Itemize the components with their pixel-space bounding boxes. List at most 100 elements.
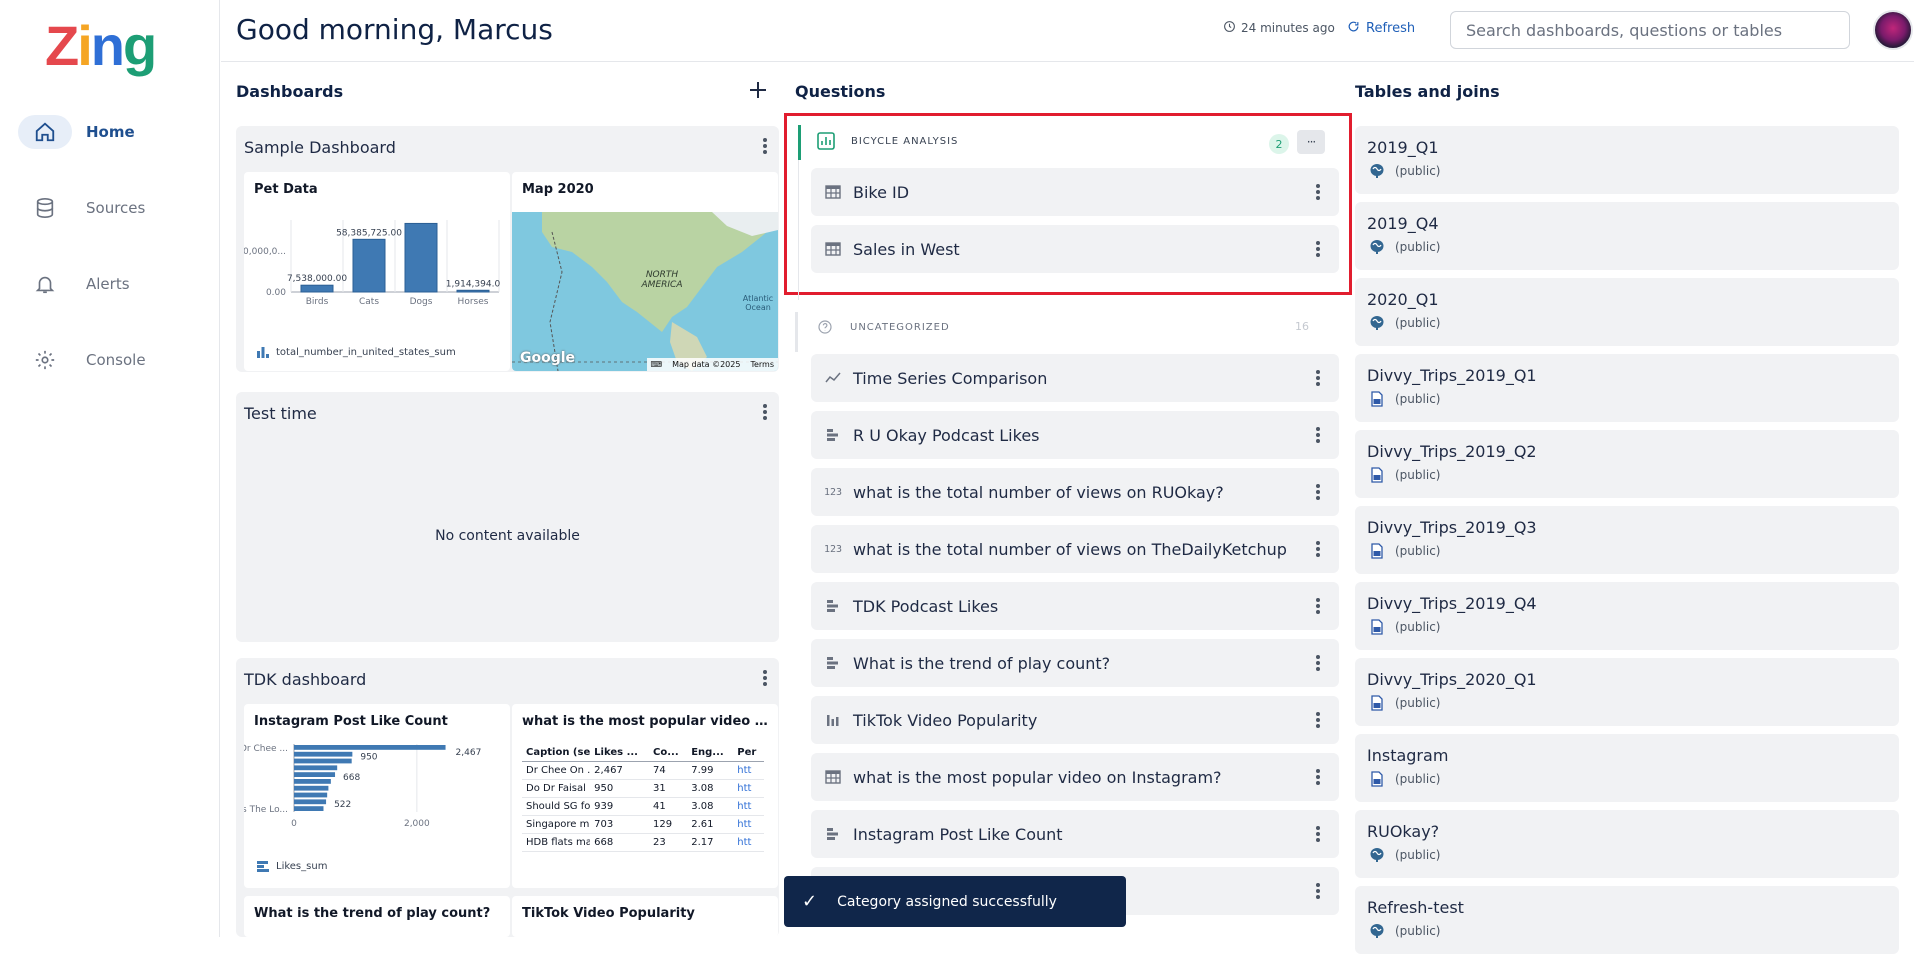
table-cell[interactable]: htt <box>733 833 764 852</box>
dashboard-tile[interactable]: what is the most popular video on I... C… <box>512 704 778 888</box>
more-options-icon[interactable] <box>758 668 772 688</box>
bar[interactable] <box>294 765 338 771</box>
dashboard-tile[interactable]: Pet Data 50,000,0... 0.00 Birds 7,538,000.0… <box>244 172 510 371</box>
question-label: Instagram Post Like Count <box>853 824 1063 844</box>
nav-sources[interactable]: Sources <box>18 188 208 228</box>
more-options-icon[interactable] <box>1311 368 1325 388</box>
question-row[interactable]: what is the most popular video on Instag… <box>811 753 1339 801</box>
more-options-icon[interactable] <box>1311 182 1325 202</box>
more-options-icon[interactable] <box>1311 239 1325 259</box>
dashboard-title: Test time <box>244 404 317 423</box>
x-tick-label: Cats <box>359 297 379 307</box>
avatar[interactable] <box>1873 10 1913 50</box>
table-row[interactable]: RUOkay? (public) <box>1355 810 1899 878</box>
table-cell[interactable]: htt <box>733 815 764 834</box>
group-header[interactable]: BICYCLE ANALYSIS <box>817 132 958 150</box>
table-row[interactable]: 2019_Q1 (public) <box>1355 126 1899 194</box>
table-cell: 129 <box>649 815 688 834</box>
table-row[interactable]: Divvy_Trips_2020_Q1 (public) <box>1355 658 1899 726</box>
bar[interactable] <box>294 745 446 750</box>
search-input[interactable] <box>1450 11 1850 49</box>
table-row[interactable]: Divvy_Trips_2019_Q4 (public) <box>1355 582 1899 650</box>
tile-title: Pet Data <box>254 182 318 197</box>
more-options-icon[interactable] <box>1311 767 1325 787</box>
table-schema: (public) <box>1395 924 1441 938</box>
more-options-icon[interactable] <box>1311 824 1325 844</box>
table-row[interactable]: Divvy_Trips_2019_Q3 (public) <box>1355 506 1899 574</box>
table-header-cell[interactable]: Per <box>733 744 764 762</box>
bar[interactable] <box>294 806 324 811</box>
add-dashboard-button[interactable] <box>748 80 770 102</box>
bar[interactable] <box>294 779 331 784</box>
gear-icon <box>18 343 72 377</box>
table-row[interactable]: 2019_Q4 (public) <box>1355 202 1899 270</box>
y-tick-label: Is The Lo... <box>244 805 288 815</box>
question-row[interactable]: 123 what is the total number of views on … <box>811 468 1339 516</box>
more-options-icon[interactable] <box>1311 710 1325 730</box>
group-accent-bar <box>798 125 801 160</box>
table-schema: (public) <box>1395 316 1441 330</box>
data-label: 2,467 <box>456 748 482 758</box>
question-row[interactable]: Bike ID <box>811 168 1339 216</box>
map-terms-link[interactable]: Terms <box>750 360 774 369</box>
nav-console[interactable]: Console <box>18 340 208 380</box>
table-cell[interactable]: htt <box>733 761 764 780</box>
group-header[interactable]: UNCATEGORIZED <box>818 320 950 334</box>
bar[interactable] <box>294 751 353 757</box>
table-row[interactable]: Divvy_Trips_2019_Q2 (public) <box>1355 430 1899 498</box>
tile-title: what is the most popular video on I... <box>522 714 770 729</box>
bar[interactable] <box>300 284 334 293</box>
question-row[interactable]: R U Okay Podcast Likes <box>811 411 1339 459</box>
nav-home[interactable]: Home <box>18 112 208 152</box>
bar[interactable] <box>294 792 328 798</box>
table-row[interactable]: Instagram (public) <box>1355 734 1899 802</box>
group-options-button[interactable]: ··· <box>1297 130 1325 154</box>
chart-group-icon <box>817 132 835 150</box>
nav-alerts[interactable]: Alerts <box>18 264 208 304</box>
dashboard-tile[interactable]: What is the trend of play count? <box>244 896 510 937</box>
question-row[interactable]: 123 what is the total number of views on … <box>811 525 1339 573</box>
question-row[interactable]: Sales in West <box>811 225 1339 273</box>
table-header-cell[interactable]: Co... <box>649 744 688 762</box>
question-row[interactable]: TDK Podcast Likes <box>811 582 1339 630</box>
keyboard-icon[interactable]: ⌨ <box>651 360 663 369</box>
question-row[interactable]: Time Series Comparison <box>811 354 1339 402</box>
more-options-icon[interactable] <box>1311 539 1325 559</box>
more-options-icon[interactable] <box>1311 653 1325 673</box>
more-options-icon[interactable] <box>758 136 772 156</box>
dashboard-card[interactable]: TDK dashboard Instagram Post Like Count … <box>236 658 779 937</box>
question-row[interactable]: Instagram Post Like Count <box>811 810 1339 858</box>
more-options-icon[interactable] <box>1311 596 1325 616</box>
refresh-button[interactable]: Refresh <box>1347 20 1415 37</box>
bar[interactable] <box>294 799 327 805</box>
instagram-likes-chart: 2,467 Dr Chee ... 950668 522 Is The Lo...0 2,… <box>244 744 482 829</box>
dashboard-tile[interactable]: Map 2020 NORTH AMERICA Atlantic Ocean Go… <box>512 172 778 371</box>
bar[interactable] <box>404 222 438 293</box>
table-cell[interactable]: htt <box>733 779 764 798</box>
zing-logo[interactable]: Zing <box>45 18 157 74</box>
bar[interactable] <box>352 238 386 293</box>
table-row[interactable]: Refresh-test (public) <box>1355 886 1899 954</box>
dashboard-card[interactable]: Sample Dashboard Pet Data 50,000,0... 0.0… <box>236 126 779 372</box>
dashboard-card[interactable]: Test time No content available <box>236 392 779 642</box>
table-header-cell[interactable]: Eng... <box>687 744 734 762</box>
table-header-cell[interactable]: Likes ... <box>590 744 650 762</box>
question-row[interactable]: TikTok Video Popularity <box>811 696 1339 744</box>
table-cell: 23 <box>649 833 688 852</box>
bar[interactable] <box>294 758 352 764</box>
dashboard-tile[interactable]: TikTok Video Popularity <box>512 896 778 937</box>
more-options-icon[interactable] <box>1311 482 1325 502</box>
table-row[interactable]: 2020_Q1 (public) <box>1355 278 1899 346</box>
bar[interactable] <box>294 772 336 777</box>
table-cell[interactable]: htt <box>733 797 764 816</box>
question-row[interactable]: What is the trend of play count? <box>811 639 1339 687</box>
bar[interactable] <box>456 289 490 293</box>
bar[interactable] <box>294 785 329 791</box>
dashboard-tile[interactable]: Instagram Post Like Count 2,467 Dr Chee .… <box>244 704 510 888</box>
more-options-icon[interactable] <box>1311 425 1325 445</box>
table-header-cell[interactable]: Caption (sele... <box>522 744 591 762</box>
more-options-icon[interactable] <box>1311 881 1325 901</box>
more-options-icon[interactable] <box>758 402 772 422</box>
table-row[interactable]: Divvy_Trips_2019_Q1 (public) <box>1355 354 1899 422</box>
map-widget[interactable]: NORTH AMERICA Atlantic Ocean Google ⌨ Ma… <box>512 212 778 371</box>
